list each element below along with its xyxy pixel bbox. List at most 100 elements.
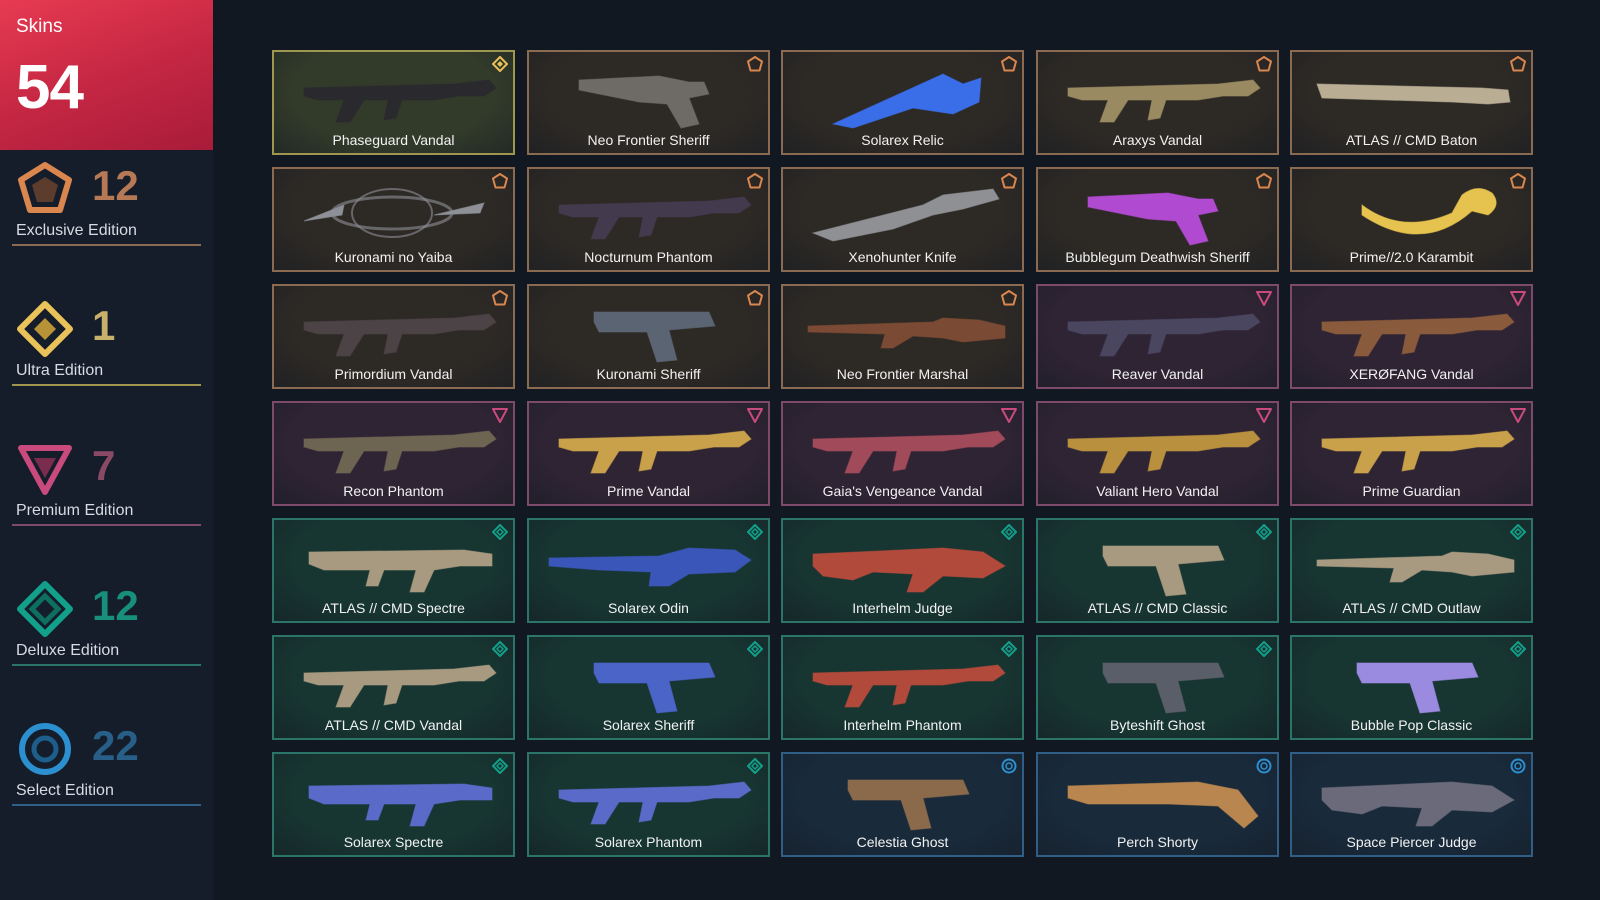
- skin-card[interactable]: ATLAS // CMD Vandal: [272, 635, 515, 740]
- exclusive-edition-icon: [492, 173, 508, 189]
- exclusive-edition-icon: [1510, 56, 1526, 72]
- skin-card[interactable]: Solarex Odin: [527, 518, 770, 623]
- skin-card[interactable]: Space Piercer Judge: [1290, 752, 1533, 857]
- skin-image: [812, 547, 1006, 593]
- skin-card[interactable]: ATLAS // CMD Baton: [1290, 50, 1533, 155]
- skin-name: Solarex Relic: [861, 132, 944, 148]
- skin-image: [558, 430, 752, 474]
- skin-name: Byteshift Ghost: [1110, 717, 1205, 733]
- ultra-edition-icon: [17, 301, 73, 357]
- total-skins-label: Skins: [16, 16, 63, 37]
- skin-image: [308, 783, 493, 827]
- ultra-edition-icon: [492, 56, 508, 72]
- skin-image: [303, 430, 497, 474]
- exclusive-divider: [12, 244, 201, 246]
- skin-card[interactable]: Prime Guardian: [1290, 401, 1533, 506]
- skin-image: [1321, 313, 1515, 357]
- skin-image: [1067, 781, 1259, 829]
- skin-card[interactable]: ATLAS // CMD Outlaw: [1290, 518, 1533, 623]
- skin-card[interactable]: Valiant Hero Vandal: [1036, 401, 1279, 506]
- skin-card[interactable]: Primordium Vandal: [272, 284, 515, 389]
- skin-card[interactable]: XERØFANG Vandal: [1290, 284, 1533, 389]
- ultra-edition-count: 1: [92, 302, 116, 349]
- skin-name: Interhelm Judge: [852, 600, 953, 616]
- exclusive-edition-count: 12: [92, 162, 139, 209]
- skin-card[interactable]: Celestia Ghost: [781, 752, 1024, 857]
- deluxe-edition-icon: [1256, 641, 1272, 657]
- skin-card[interactable]: Bubblegum Deathwish Sheriff: [1036, 167, 1279, 272]
- skin-card[interactable]: Prime Vandal: [527, 401, 770, 506]
- ultra-edition-label: Ultra Edition: [16, 362, 104, 379]
- exclusive-edition-icon: [1510, 173, 1526, 189]
- skin-name: Space Piercer Judge: [1346, 834, 1477, 850]
- skin-name: Neo Frontier Sheriff: [587, 132, 710, 148]
- skin-image: [1102, 545, 1225, 597]
- skin-name: Neo Frontier Marshal: [836, 366, 969, 382]
- skin-card[interactable]: Reaver Vandal: [1036, 284, 1279, 389]
- skin-image: [1321, 430, 1515, 474]
- skin-card[interactable]: Solarex Relic: [781, 50, 1024, 155]
- premium-edition-icon: [18, 445, 72, 495]
- skin-name: Prime Guardian: [1362, 483, 1461, 499]
- deluxe-edition-icon: [1510, 641, 1526, 657]
- skin-card[interactable]: Neo Frontier Marshal: [781, 284, 1024, 389]
- skin-card[interactable]: Solarex Phantom: [527, 752, 770, 857]
- skin-card[interactable]: Solarex Sheriff: [527, 635, 770, 740]
- skin-name: ATLAS // CMD Baton: [1345, 132, 1478, 148]
- skin-image: [1356, 662, 1479, 714]
- skin-image: [558, 781, 752, 825]
- skin-card[interactable]: Kuronami no Yaiba: [272, 167, 515, 272]
- skin-image: [812, 430, 1006, 474]
- skin-card[interactable]: Bubble Pop Classic: [1290, 635, 1533, 740]
- deluxe-edition-icon: [492, 758, 508, 774]
- skin-name: Solarex Odin: [608, 600, 689, 616]
- select-edition-icon: [1256, 758, 1272, 774]
- skin-image: [1316, 551, 1515, 583]
- skin-card[interactable]: Interhelm Phantom: [781, 635, 1024, 740]
- skin-card[interactable]: Nocturnum Phantom: [527, 167, 770, 272]
- total-skins-count: 54: [16, 53, 84, 122]
- skin-image: [303, 313, 497, 357]
- skin-image: [847, 779, 970, 831]
- skin-card[interactable]: Gaia's Vengeance Vandal: [781, 401, 1024, 506]
- edition-deluxe: 12 Deluxe Edition: [0, 580, 213, 680]
- skin-card[interactable]: Interhelm Judge: [781, 518, 1024, 623]
- skin-card[interactable]: Perch Shorty: [1036, 752, 1279, 857]
- skin-card[interactable]: Recon Phantom: [272, 401, 515, 506]
- exclusive-edition-icon: [18, 162, 72, 213]
- premium-edition-icon: [492, 408, 508, 423]
- select-edition-icon: [1510, 758, 1526, 774]
- exclusive-edition-icon: [747, 290, 763, 306]
- skin-name: ATLAS // CMD Spectre: [322, 600, 465, 616]
- skin-card[interactable]: Solarex Spectre: [272, 752, 515, 857]
- premium-edition-icon: [1001, 408, 1017, 423]
- skin-name: Xenohunter Knife: [848, 249, 957, 265]
- skin-image: [1316, 83, 1511, 105]
- deluxe-edition-label: Deluxe Edition: [16, 642, 120, 659]
- skin-card[interactable]: Araxys Vandal: [1036, 50, 1279, 155]
- skin-name: XERØFANG Vandal: [1349, 366, 1474, 382]
- skin-card[interactable]: Byteshift Ghost: [1036, 635, 1279, 740]
- skin-name: Kuronami Sheriff: [596, 366, 701, 382]
- skin-name: Bubble Pop Classic: [1350, 717, 1473, 733]
- deluxe-edition-icon: [1001, 641, 1017, 657]
- skin-card[interactable]: Neo Frontier Sheriff: [527, 50, 770, 155]
- exclusive-edition-icon: [747, 56, 763, 72]
- exclusive-edition-icon: [1256, 173, 1272, 189]
- skin-image: [308, 549, 493, 593]
- skin-card[interactable]: ATLAS // CMD Spectre: [272, 518, 515, 623]
- premium-edition-icon: [747, 408, 763, 423]
- exclusive-edition-icon: [1001, 290, 1017, 306]
- skin-image: [831, 73, 982, 129]
- skin-image: [1067, 430, 1261, 474]
- premium-edition-count: 7: [92, 442, 116, 489]
- skin-card[interactable]: Phaseguard Vandal: [272, 50, 515, 155]
- skin-name: Solarex Sheriff: [602, 717, 695, 733]
- skin-card[interactable]: Xenohunter Knife: [781, 167, 1024, 272]
- skin-card[interactable]: Kuronami Sheriff: [527, 284, 770, 389]
- skin-card[interactable]: Prime//2.0 Karambit: [1290, 167, 1533, 272]
- skin-image: [1102, 662, 1225, 714]
- skin-card[interactable]: ATLAS // CMD Classic: [1036, 518, 1279, 623]
- skin-name: Valiant Hero Vandal: [1096, 483, 1219, 499]
- premium-edition-icon: [1510, 408, 1526, 423]
